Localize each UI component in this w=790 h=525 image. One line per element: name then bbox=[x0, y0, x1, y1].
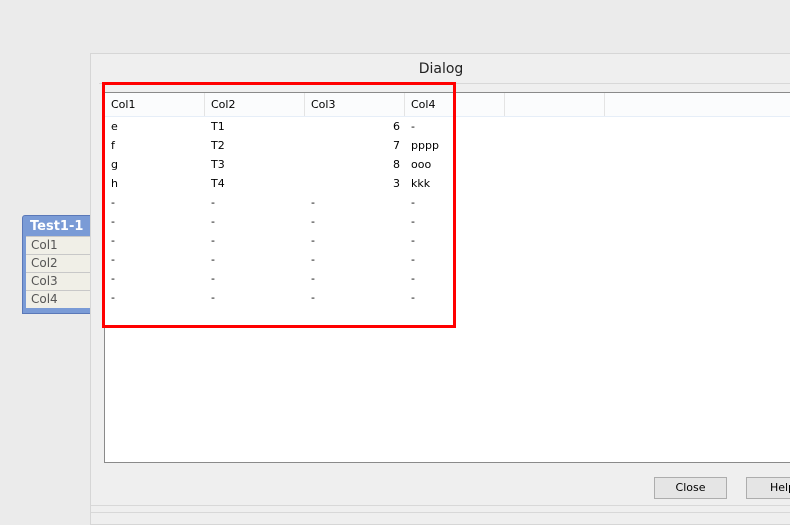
help-button[interactable]: Help bbox=[746, 477, 790, 499]
divider bbox=[91, 505, 790, 506]
column-header-empty bbox=[505, 93, 605, 116]
highlight-box bbox=[102, 82, 456, 328]
close-button[interactable]: Close bbox=[654, 477, 727, 499]
divider bbox=[91, 512, 790, 513]
dialog-title: Dialog bbox=[418, 61, 464, 77]
